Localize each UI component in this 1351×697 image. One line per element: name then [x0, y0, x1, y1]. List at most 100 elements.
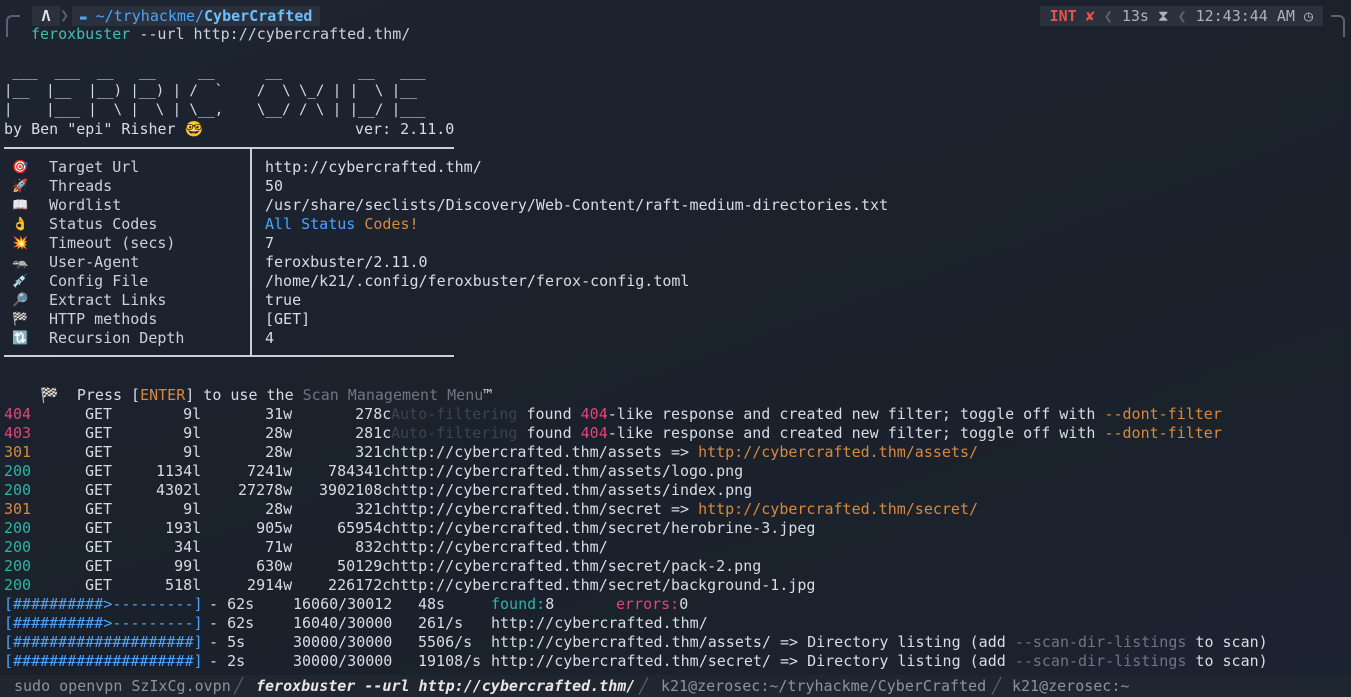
http-method: GET	[85, 500, 113, 518]
word-count: 7241w	[229, 462, 293, 480]
status-code: 301	[4, 443, 32, 461]
found-label: found:	[491, 595, 546, 613]
result-text: http://cybercrafted.thm/secret => http:/…	[391, 500, 978, 519]
terminal-window[interactable]: Λ ❯ ▬ ~/tryhackme/CyberCrafted INT ✘ ❮ 1…	[0, 0, 1351, 697]
command-line: feroxbuster --url http://cybercrafted.th…	[31, 25, 410, 44]
line-count: 518l	[147, 576, 202, 594]
config-label: Target Url	[49, 158, 140, 176]
result-arrow: =>	[661, 500, 699, 518]
line-count: 9l	[147, 405, 202, 423]
word-count: 2914w	[229, 576, 293, 594]
result-text: http://cybercrafted.thm/assets => http:/…	[391, 443, 978, 462]
result-redirect: http://cybercrafted.thm/assets/	[698, 443, 979, 461]
result-text: http://cybercrafted.thm/secret/herobrine…	[391, 519, 815, 538]
tab-cybercrafted[interactable]: k21@zerosec:~/tryhackme/CyberCrafted	[661, 675, 986, 697]
progress-note: => Directory listing (add	[770, 652, 1015, 670]
status-code: 200	[4, 557, 32, 575]
word-count: 27278w	[229, 481, 293, 499]
banner-art-line: | |___ | \ | \ | \__, \__/ / \ | |__/ |_…	[4, 102, 426, 118]
config-value: http://cybercrafted.thm/	[265, 158, 482, 176]
config-value: [GET]	[265, 310, 311, 328]
result-text: Auto-filtering found 404-like response a…	[391, 424, 1222, 443]
divider	[4, 355, 454, 357]
progress-count: 16040/30000	[293, 614, 393, 632]
line-count: 99l	[147, 557, 202, 575]
config-value: true	[265, 291, 302, 309]
http-method: GET	[85, 462, 113, 480]
result-text: http://cybercrafted.thm/assets/index.png	[391, 481, 752, 500]
http-method: GET	[85, 538, 113, 556]
progress-rate: 48s	[418, 595, 446, 613]
http-method: GET	[85, 443, 113, 461]
status-code: 200	[4, 576, 32, 594]
menu-hint-text: ] to use the	[185, 386, 303, 404]
config-value: All Status Codes!	[265, 215, 419, 234]
tab-home[interactable]: k21@zerosec:~	[1012, 675, 1129, 697]
config-value: 7	[265, 234, 275, 252]
tab-separator: ╱	[234, 677, 244, 695]
result-text: http://cybercrafted.thm/secret/pack-2.pn…	[391, 557, 761, 576]
progress-bar-done: [####################]	[4, 652, 203, 670]
progress-bar: [##########>---------]	[4, 614, 203, 633]
separator-icon: ❯	[60, 6, 70, 24]
path-prefix: ~/tryhackme/	[95, 7, 205, 25]
config-label: Status Codes	[49, 215, 158, 233]
rocket-icon: 🚀	[12, 179, 29, 194]
result-flag: --dont-filter	[1104, 405, 1222, 423]
config-label: Config File	[49, 272, 149, 290]
line-count: 9l	[147, 443, 202, 461]
prompt-path: ▬ ~/tryhackme/CyberCrafted	[72, 6, 321, 26]
http-method: GET	[85, 519, 113, 537]
char-count: 281c	[310, 424, 392, 442]
badger-icon: 🦡	[12, 255, 29, 270]
result-url: http://cybercrafted.thm/assets	[391, 443, 662, 461]
progress-bar-done: [##########>	[4, 595, 113, 613]
path-dir: CyberCrafted	[204, 7, 313, 25]
result-code-ref: 404	[580, 405, 608, 423]
progress-bar-rest: ---------]	[112, 595, 203, 613]
line-count: 4302l	[147, 481, 202, 499]
tab-feroxbuster[interactable]: feroxbuster --url http://cybercrafted.th…	[256, 675, 635, 697]
result-arrow: =>	[661, 443, 699, 461]
progress-rate: 19108/s	[418, 652, 482, 670]
tab-openvpn[interactable]: sudo openvpn SzIxCg.ovpn	[14, 675, 231, 697]
prompt-bar: Λ ❯ ▬ ~/tryhackme/CyberCrafted INT ✘ ❮ 1…	[6, 6, 1345, 26]
progress-note: to scan)	[1186, 633, 1268, 651]
word-count: 71w	[229, 538, 293, 556]
char-count: 832c	[310, 538, 392, 556]
tab-separator: ╱	[992, 677, 1002, 695]
config-label: Wordlist	[49, 196, 122, 214]
magnifier-icon: 🔎	[12, 293, 29, 308]
menu-hint-menu: Scan Management Menu	[302, 386, 484, 404]
progress-url-text: http://cybercrafted.thm/	[491, 614, 708, 632]
result-url: http://cybercrafted.thm/assets/logo.png	[391, 462, 744, 480]
char-count: 226172c	[310, 576, 392, 594]
checkered-flag-icon: 🏁	[12, 312, 29, 327]
progress-found: found:8	[491, 595, 554, 614]
char-count: 784341c	[310, 462, 392, 480]
status-code: 200	[4, 519, 32, 537]
ok-hand-icon: 👌	[12, 217, 29, 232]
progress-rate: 261/s	[418, 614, 464, 632]
http-method: GET	[85, 405, 113, 423]
progress-bar: [####################]	[4, 652, 203, 671]
result-auto-filter: Auto-filtering	[391, 424, 518, 442]
config-value: /usr/share/seclists/Discovery/Web-Conten…	[265, 196, 889, 214]
progress-note-flag: --scan-dir-listings	[1014, 652, 1187, 670]
status-code: 403	[4, 424, 32, 442]
char-count: 321c	[310, 500, 392, 518]
menu-hint: 🏁 Press [ENTER] to use the Scan Manageme…	[4, 367, 492, 404]
char-count: 3902108c	[310, 481, 392, 499]
config-label: HTTP methods	[49, 310, 158, 328]
command-name: feroxbuster	[31, 25, 131, 43]
menu-hint-key: ENTER	[140, 386, 186, 404]
result-url: http://cybercrafted.thm/secret/backgroun…	[391, 576, 816, 594]
progress-count: 30000/30000	[293, 633, 393, 651]
clock-icon: ◷	[1303, 7, 1313, 25]
word-count: 28w	[229, 424, 293, 442]
syringe-icon: 💉	[12, 274, 29, 289]
progress-elapsed: - 62s	[200, 614, 255, 632]
progress-count: 30000/30000	[293, 652, 393, 670]
word-count: 28w	[229, 443, 293, 461]
line-count: 9l	[147, 424, 202, 442]
